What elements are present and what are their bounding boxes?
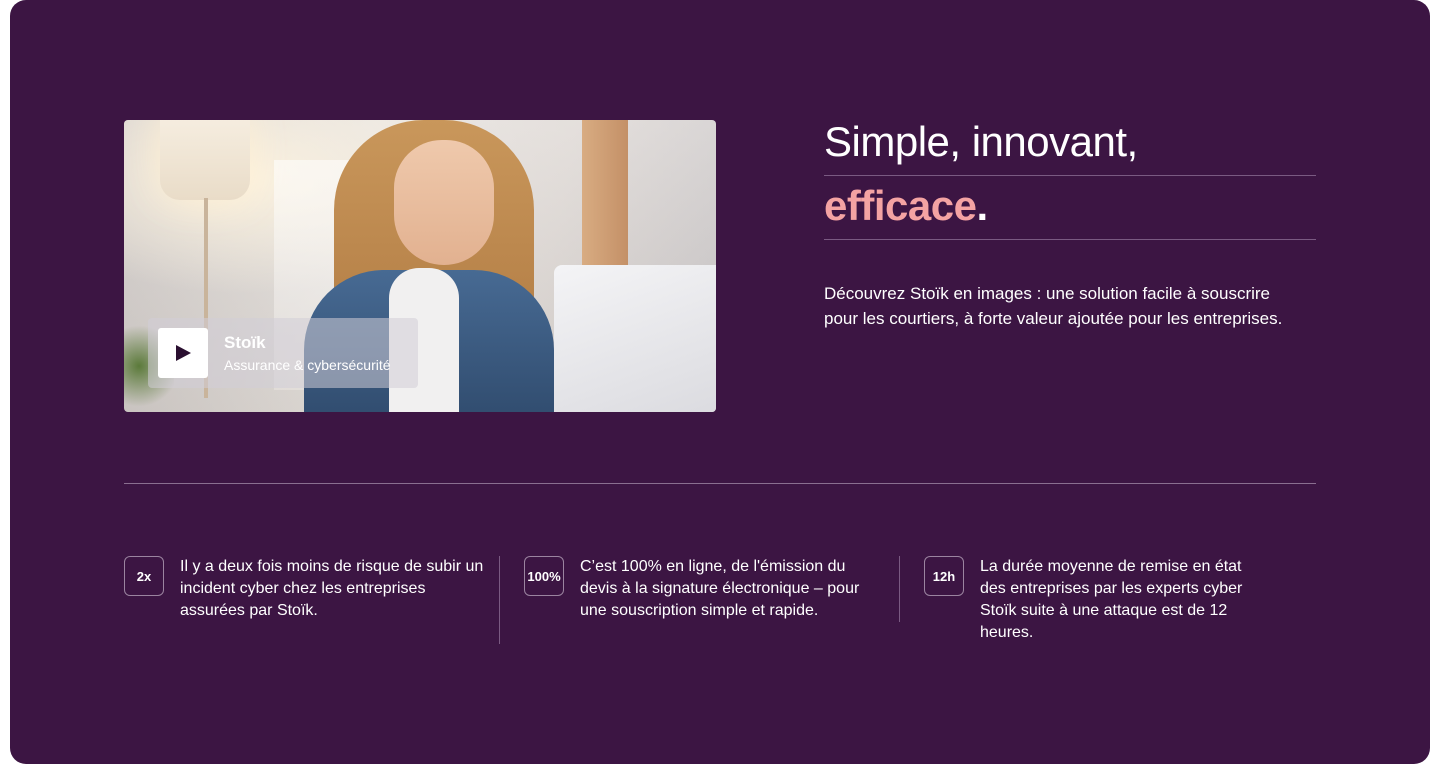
stat-text-2x: Il y a deux fois moins de risque de subi… [180,558,484,619]
heading-line-2: efficace. [824,182,988,230]
heading-rule-1 [824,175,1316,176]
stat-separator-2 [899,556,900,622]
heading-period: . [976,182,988,229]
video-badge[interactable]: Stoïk Assurance & cybersécurité [148,318,418,388]
play-icon [176,345,191,361]
play-button[interactable] [158,328,208,378]
face [394,140,494,265]
stat-badge-12h: 12h [924,556,964,596]
heading-accent-word: efficace [824,182,977,229]
wood-panel [582,120,628,265]
stat-text-100: C’est 100% en ligne, de l'émission du de… [580,558,860,619]
stat-separator-1 [499,556,500,644]
heading-line-1: Simple, innovant, [824,118,1138,165]
section-divider [124,483,1316,484]
stat-badge-100: 100% [524,556,564,596]
laptop [554,265,716,412]
description: Découvrez Stoïk en images : une solution… [824,284,1283,328]
video-title: Stoïk [224,333,266,352]
stat-text-12h: La durée moyenne de remise en état des e… [980,558,1243,641]
lamp-shade [160,120,250,200]
stat-badge-2x: 2x [124,556,164,596]
video-subtitle: Assurance & cybersécurité [224,357,391,373]
heading-rule-2 [824,239,1316,240]
